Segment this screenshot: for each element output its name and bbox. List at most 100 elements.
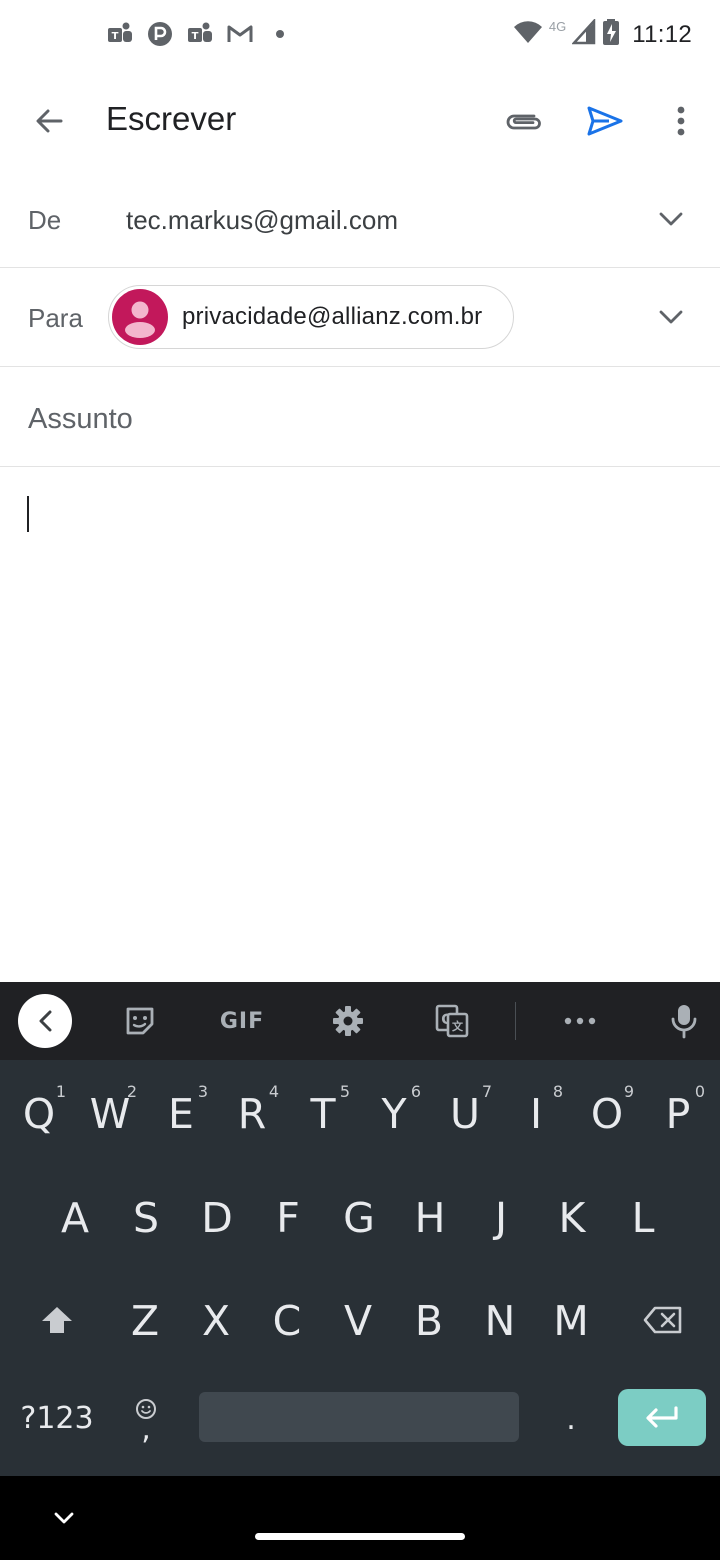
sticker-icon: [126, 1007, 154, 1035]
key-u[interactable]: U7: [430, 1068, 500, 1158]
key-label: N: [484, 1297, 516, 1345]
send-button[interactable]: [578, 94, 632, 148]
key-r[interactable]: R4: [217, 1068, 287, 1158]
key-label: J: [494, 1194, 508, 1242]
key-hint: 3: [197, 1082, 208, 1101]
shift-icon: [42, 1307, 72, 1333]
subject-row: [0, 367, 720, 467]
teams-icon: T: [106, 20, 134, 48]
send-icon: [587, 106, 623, 136]
key-g[interactable]: G: [324, 1172, 394, 1262]
key-t[interactable]: T5: [288, 1068, 358, 1158]
key-label: L: [631, 1194, 655, 1242]
from-address[interactable]: tec.markus@gmail.com: [126, 205, 398, 236]
enter-icon: [646, 1405, 678, 1428]
backspace-key[interactable]: [628, 1285, 698, 1355]
key-m[interactable]: M: [536, 1275, 606, 1365]
key-x[interactable]: X: [181, 1275, 251, 1365]
keyboard-back-button[interactable]: [18, 994, 72, 1048]
shift-key[interactable]: [22, 1285, 92, 1355]
key-e[interactable]: E3: [146, 1068, 216, 1158]
key-c[interactable]: C: [252, 1275, 322, 1365]
p-app-icon: [146, 20, 174, 48]
key-hint: 4: [268, 1082, 279, 1101]
key-hint: 2: [126, 1082, 137, 1101]
key-s[interactable]: S: [111, 1172, 181, 1262]
navigation-bar: [0, 1476, 720, 1560]
arrow-back-icon: [36, 109, 63, 133]
chevron-down-icon: [54, 1512, 74, 1524]
key-label: S: [132, 1194, 160, 1242]
recipient-chip[interactable]: privacidade@allianz.com.br: [108, 285, 514, 349]
sticker-button[interactable]: [112, 994, 168, 1048]
notification-icons: T T: [106, 20, 294, 48]
chevron-down-icon: [659, 310, 683, 324]
keyboard-settings-button[interactable]: [320, 994, 376, 1048]
key-f[interactable]: F: [253, 1172, 323, 1262]
avatar: [112, 289, 168, 345]
more-options-button[interactable]: [654, 94, 708, 148]
key-d[interactable]: D: [182, 1172, 252, 1262]
key-z[interactable]: Z: [110, 1275, 180, 1365]
more-horiz-icon: [564, 1017, 596, 1025]
compose-app-bar: Escrever: [0, 72, 720, 168]
key-hint: 5: [339, 1082, 350, 1101]
key-j[interactable]: J: [466, 1172, 536, 1262]
key-hint: 1: [55, 1082, 66, 1101]
key-h[interactable]: H: [395, 1172, 465, 1262]
svg-text:T: T: [192, 31, 199, 42]
attach-icon: [506, 114, 541, 130]
key-k[interactable]: K: [537, 1172, 607, 1262]
key-v[interactable]: V: [323, 1275, 393, 1365]
emoji-comma-key[interactable]: ,: [120, 1382, 172, 1456]
to-row: Para privacidade@allianz.com.br: [0, 268, 720, 367]
key-y[interactable]: Y6: [359, 1068, 429, 1158]
wifi-icon: [513, 19, 543, 50]
from-expand-button[interactable]: [646, 194, 696, 244]
key-hint: 6: [410, 1082, 421, 1101]
key-b[interactable]: B: [394, 1275, 464, 1365]
compose-body[interactable]: [0, 468, 720, 982]
key-hint: 7: [481, 1082, 492, 1101]
symbols-key[interactable]: ?123: [14, 1380, 100, 1456]
key-l[interactable]: L: [608, 1172, 678, 1262]
translate-icon: G文: [435, 1004, 469, 1038]
nav-collapse-button[interactable]: [44, 1498, 84, 1538]
space-bar[interactable]: [199, 1392, 519, 1442]
attach-button[interactable]: [496, 94, 550, 148]
more-vert-icon: [677, 106, 685, 136]
gif-label: GIF: [219, 1008, 265, 1034]
page-title: Escrever: [106, 100, 237, 137]
key-label: Z: [130, 1297, 160, 1345]
key-label: X: [201, 1297, 231, 1345]
subject-input[interactable]: [28, 399, 688, 439]
voice-input-button[interactable]: [656, 994, 712, 1048]
network-type: 4G: [548, 19, 567, 34]
keyboard-toolbar: GIF G文: [0, 982, 720, 1060]
to-expand-button[interactable]: [646, 292, 696, 342]
teams-icon: T: [186, 20, 214, 48]
key-q[interactable]: Q1: [4, 1068, 74, 1158]
key-w[interactable]: W2: [75, 1068, 145, 1158]
more-keyboard-options-button[interactable]: [552, 994, 608, 1048]
comma-label: ,: [141, 1412, 151, 1447]
key-hint: 0: [694, 1082, 705, 1101]
cell-signal-icon: [571, 17, 596, 50]
key-a[interactable]: A: [40, 1172, 110, 1262]
key-n[interactable]: N: [465, 1275, 535, 1365]
period-key[interactable]: .: [548, 1392, 594, 1446]
svg-text:T: T: [112, 31, 119, 42]
translate-button[interactable]: G文: [424, 994, 480, 1048]
key-o[interactable]: O9: [572, 1068, 642, 1158]
text-cursor: [27, 496, 29, 532]
back-button[interactable]: [22, 94, 76, 148]
gif-button[interactable]: GIF: [214, 994, 270, 1048]
key-hint: 9: [623, 1082, 634, 1101]
from-label: De: [28, 205, 62, 235]
home-pill[interactable]: [255, 1533, 465, 1540]
key-p[interactable]: P0: [643, 1068, 713, 1158]
recipient-address: privacidade@allianz.com.br: [182, 303, 483, 330]
battery-charging-icon: [602, 18, 620, 51]
enter-key[interactable]: [618, 1389, 706, 1446]
key-i[interactable]: I8: [501, 1068, 571, 1158]
